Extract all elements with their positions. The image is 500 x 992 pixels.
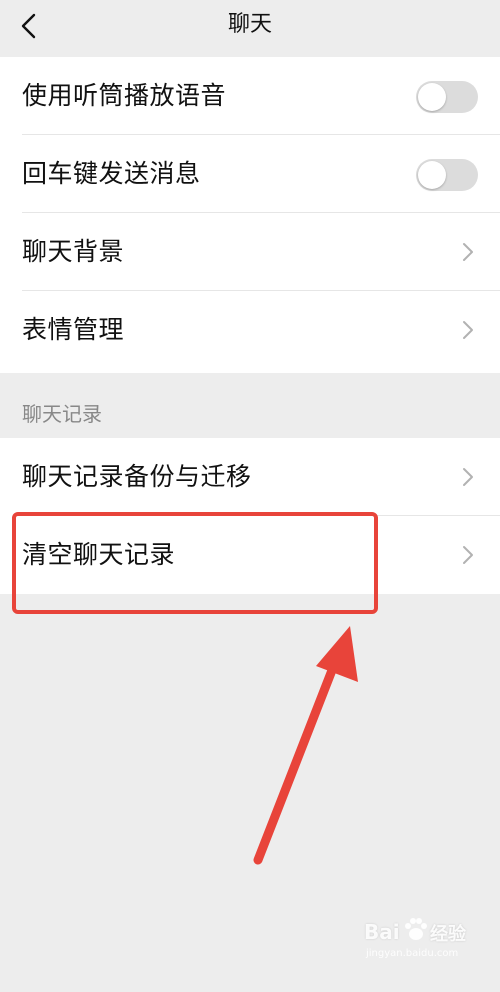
watermark: Bai 经验 jingyan.baidu.com — [364, 914, 474, 974]
setting-row-sticker-management[interactable]: 表情管理 — [22, 291, 500, 369]
setting-label: 表情管理 — [22, 315, 125, 344]
settings-group: 使用听筒播放语音 回车键发送消息 聊天背景 表情管理 — [0, 57, 500, 373]
setting-row-clear-history[interactable]: 清空聊天记录 — [22, 516, 500, 594]
toggle-knob — [418, 161, 446, 189]
setting-label: 回车键发送消息 — [22, 159, 201, 188]
watermark-brand-suffix: 经验 — [430, 924, 466, 945]
page-title: 聊天 — [227, 12, 272, 37]
setting-label: 聊天背景 — [22, 237, 125, 266]
setting-label: 使用听筒播放语音 — [22, 81, 227, 110]
chat-history-group: 聊天记录备份与迁移 清空聊天记录 — [0, 438, 500, 594]
navigation-bar: 聊天 — [0, 0, 500, 57]
annotation-arrow-icon — [253, 626, 358, 865]
chevron-right-icon — [463, 321, 473, 339]
setting-row-backup-migrate[interactable]: 聊天记录备份与迁移 — [22, 438, 500, 516]
setting-label: 清空聊天记录 — [22, 540, 176, 569]
paw-logo-icon — [405, 918, 427, 940]
setting-row-earpiece: 使用听筒播放语音 — [22, 57, 500, 135]
toggle-knob — [418, 83, 446, 111]
watermark-url: jingyan.baidu.com — [366, 948, 459, 959]
section-header-chat-history: 聊天记录 — [22, 402, 102, 426]
setting-row-enter-send: 回车键发送消息 — [22, 135, 500, 213]
watermark-brand: Bai — [364, 920, 400, 944]
setting-row-chat-background[interactable]: 聊天背景 — [22, 213, 500, 291]
chevron-right-icon — [463, 546, 473, 564]
chevron-right-icon — [463, 468, 473, 486]
earpiece-toggle[interactable] — [416, 81, 478, 113]
enter-send-toggle[interactable] — [416, 159, 478, 191]
setting-label: 聊天记录备份与迁移 — [22, 462, 252, 491]
chevron-right-icon — [463, 243, 473, 261]
